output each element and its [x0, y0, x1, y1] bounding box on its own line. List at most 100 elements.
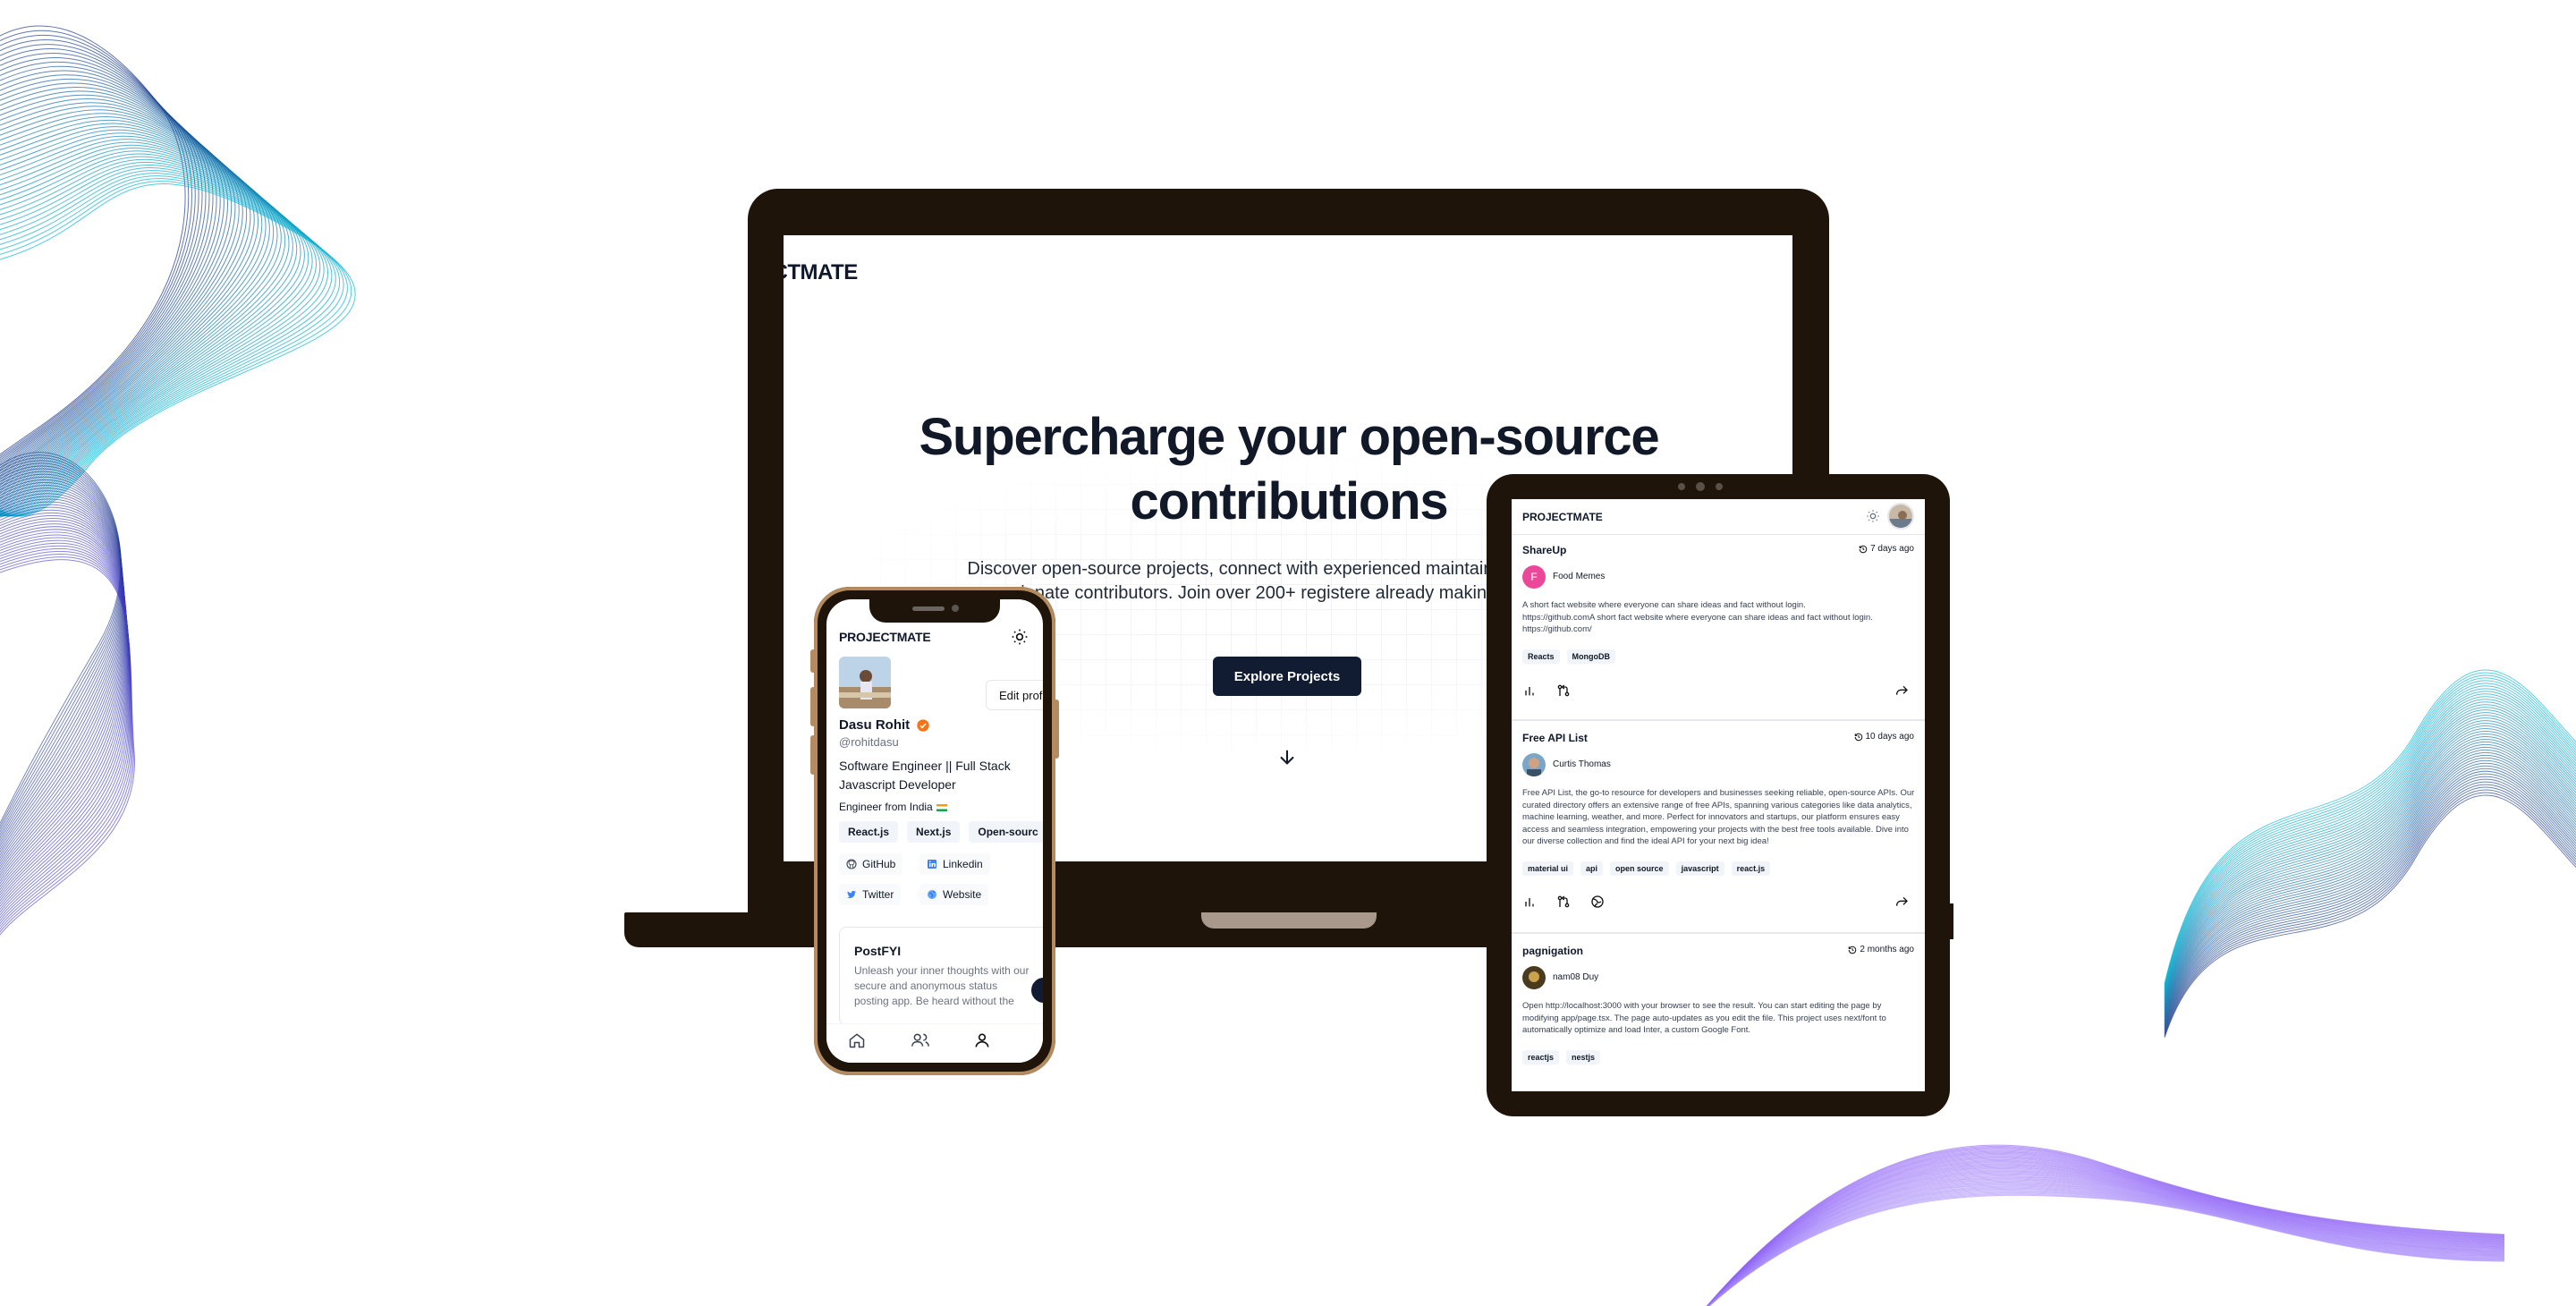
author-name[interactable]: nam08 Duy [1553, 972, 1598, 982]
tablet-side-button [1948, 903, 1953, 939]
share-icon[interactable] [1894, 895, 1911, 911]
bar-chart-icon[interactable] [1522, 895, 1538, 911]
globe-icon[interactable] [1590, 895, 1606, 911]
phone-side-button [1054, 700, 1059, 759]
post-time: 7 days ago [1859, 544, 1914, 554]
project-post[interactable]: Free API List 10 days ago Curtis Thomas … [1512, 723, 1925, 934]
tag[interactable]: javascript [1675, 861, 1724, 876]
profile-name: Dasu Rohit [839, 717, 911, 733]
tag[interactable]: MongoDB [1566, 649, 1616, 664]
tag[interactable]: open source [1610, 861, 1669, 876]
phone-screen: PROJECTMATE Edit prof Dasu Rohit @rohitd… [826, 599, 1043, 1063]
history-icon [1849, 946, 1857, 954]
post-time-text: 7 days ago [1870, 544, 1914, 554]
twitter-icon [847, 890, 856, 898]
profile-bio: Software Engineer || Full Stack Javascri… [839, 759, 1011, 792]
post-tags: reactjs nestjs [1522, 1050, 1601, 1064]
tag[interactable]: reactjs [1522, 1050, 1560, 1064]
post-actions [1522, 683, 1916, 701]
share-icon[interactable] [1894, 683, 1911, 700]
explore-projects-button[interactable]: Explore Projects [1213, 657, 1361, 696]
author-avatar[interactable] [1522, 966, 1546, 989]
twitter-link[interactable]: Twitter [839, 884, 902, 905]
brand-logo[interactable]: ECTMATE [784, 260, 858, 285]
author-avatar[interactable] [1522, 753, 1546, 776]
bar-chart-icon[interactable] [1522, 683, 1538, 700]
profile-location: Engineer from India [839, 801, 947, 813]
laptop-trackpad-notch [1201, 912, 1377, 929]
tag[interactable]: api [1580, 861, 1604, 876]
project-description: Unleash your inner thoughts with our sec… [854, 964, 1030, 1007]
tablet-camera-icon [1716, 483, 1723, 490]
post-tags: material ui api open source javascript r… [1522, 861, 1771, 876]
link-label: GitHub [862, 858, 896, 870]
phone-side-button [810, 649, 816, 673]
project-post[interactable]: ShareUp 7 days ago F Food Memes A short … [1512, 535, 1925, 721]
profile-handle: @rohitdasu [839, 735, 899, 749]
verified-badge-icon [916, 718, 930, 733]
home-icon[interactable] [848, 1031, 869, 1053]
tag[interactable]: react.js [1731, 861, 1771, 876]
post-time-text: 10 days ago [1865, 732, 1915, 742]
tablet-header: PROJECTMATE [1512, 499, 1925, 535]
pull-request-icon[interactable] [1556, 683, 1572, 700]
project-post[interactable]: pagnigation 2 months ago nam08 Duy Open … [1512, 936, 1925, 1091]
skill-tag[interactable]: Next.js [907, 821, 961, 843]
user-icon[interactable] [973, 1031, 995, 1053]
bottom-navigation [826, 1023, 1043, 1063]
sun-icon[interactable] [1866, 509, 1880, 523]
linkedin-icon [928, 860, 936, 869]
skill-tags: React.js Next.js Open-sourc [839, 821, 1043, 843]
tablet-camera-icon [1696, 482, 1705, 491]
skill-tag[interactable]: React.js [839, 821, 899, 843]
post-title[interactable]: ShareUp [1522, 544, 1566, 556]
post-description: Free API List, the go-to resource for de… [1522, 788, 1915, 846]
author-avatar[interactable]: F [1522, 565, 1546, 589]
post-title[interactable]: pagnigation [1522, 945, 1583, 957]
phone-mockup: PROJECTMATE Edit prof Dasu Rohit @rohitd… [810, 587, 1059, 1075]
github-link[interactable]: GitHub [839, 853, 903, 875]
phone-side-button [810, 687, 816, 726]
tablet-mockup: PROJECTMATE ShareUp 7 days ago F Food Me… [1487, 474, 1953, 1116]
website-link[interactable]: Website [919, 884, 989, 905]
pull-request-icon[interactable] [1556, 895, 1572, 911]
github-icon [846, 859, 857, 869]
author-initial: F [1530, 571, 1538, 583]
post-description: A short fact website where everyone can … [1522, 600, 1873, 634]
tag[interactable]: nestjs [1566, 1050, 1601, 1064]
tablet-screen: PROJECTMATE ShareUp 7 days ago F Food Me… [1512, 499, 1925, 1091]
link-label: Linkedin [943, 858, 983, 870]
brand-logo[interactable]: PROJECTMATE [1522, 511, 1603, 523]
profile-avatar[interactable] [839, 657, 891, 708]
tablet-camera-icon [1678, 483, 1685, 490]
tag[interactable]: Reacts [1522, 649, 1560, 664]
post-time-text: 2 months ago [1860, 945, 1914, 954]
history-icon [1859, 545, 1868, 553]
author-name[interactable]: Food Memes [1553, 572, 1605, 581]
edit-profile-button[interactable]: Edit prof [986, 680, 1043, 710]
tag[interactable]: material ui [1522, 861, 1574, 876]
post-description: Open http://localhost:3000 with your bro… [1522, 1001, 1886, 1035]
post-time: 10 days ago [1854, 732, 1915, 742]
link-label: Twitter [862, 888, 894, 901]
link-label: Website [943, 888, 982, 901]
post-actions [1522, 895, 1916, 912]
post-time: 2 months ago [1848, 945, 1914, 954]
users-icon[interactable] [911, 1031, 932, 1053]
post-tags: Reacts MongoDB [1522, 649, 1616, 664]
sun-icon[interactable] [1011, 628, 1029, 646]
skill-tag[interactable]: Open-sourc [969, 821, 1043, 843]
author-name[interactable]: Curtis Thomas [1553, 759, 1611, 769]
brand-logo[interactable]: PROJECTMATE [839, 630, 931, 644]
user-avatar[interactable] [1887, 503, 1914, 530]
project-title[interactable]: PostFYI [854, 944, 901, 958]
history-icon [1854, 733, 1862, 741]
phone-side-button [810, 735, 816, 775]
arrow-down-icon[interactable] [1275, 746, 1299, 769]
post-title[interactable]: Free API List [1522, 732, 1588, 744]
linkedin-link[interactable]: Linkedin [919, 853, 990, 875]
phone-notch [869, 599, 1000, 623]
location-text: Engineer from India [839, 801, 933, 813]
project-card[interactable]: PostFYI Unleash your inner thoughts with… [839, 927, 1043, 1025]
india-flag-icon [936, 803, 947, 811]
